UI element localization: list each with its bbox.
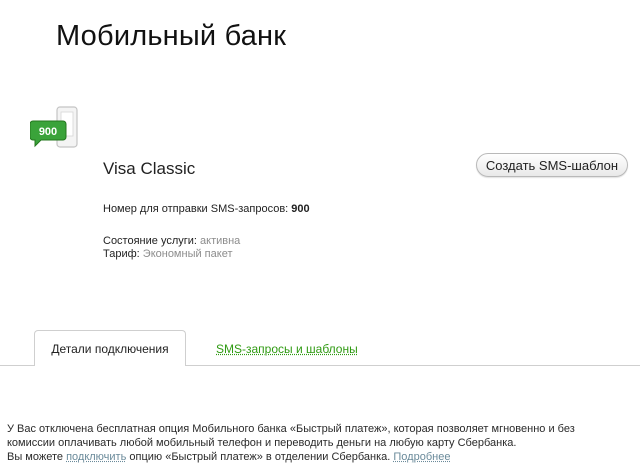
notice-line-2: комиссии оплачивать любой мобильный теле… — [7, 437, 517, 449]
service-state-row: Состояние услуги: активна — [103, 235, 240, 247]
create-sms-template-button[interactable]: Создать SMS-шаблон — [476, 153, 628, 177]
connect-link[interactable]: подключить — [66, 451, 126, 463]
sms-number-value: 900 — [291, 203, 310, 215]
sms-number-icon-text: 900 — [39, 126, 57, 138]
tariff-label: Тариф: — [103, 248, 140, 260]
page-title: Мобильный банк — [56, 20, 287, 52]
mobile-sms-icon: 900 — [30, 106, 78, 148]
card-name: Visa Classic — [103, 159, 196, 178]
fast-payment-notice: У Вас отключена бесплатная опция Мобильн… — [7, 422, 637, 464]
sms-number-label: Номер для отправки SMS-запросов: — [103, 203, 289, 215]
tab-connection-details[interactable]: Детали подключения — [34, 330, 186, 366]
more-link[interactable]: Подробнее — [393, 451, 450, 463]
service-state-value: активна — [200, 235, 241, 247]
notice-line-3-prefix: Вы можете — [7, 451, 63, 463]
notice-line-1: У Вас отключена бесплатная опция Мобильн… — [7, 423, 575, 435]
notice-line-3: Вы можете подключить опцию «Быстрый плат… — [7, 450, 637, 464]
tariff-value: Экономный пакет — [142, 248, 233, 260]
service-state-label: Состояние услуги: — [103, 235, 197, 247]
notice-line-3-middle: опцию «Быстрый платеж» в отделении Сберб… — [129, 451, 391, 463]
tariff-row: Тариф: Экономный пакет — [103, 248, 232, 260]
tab-sms-requests-templates[interactable]: SMS-запросы и шаблоны — [216, 342, 358, 356]
sms-number-row: Номер для отправки SMS-запросов: 900 — [103, 203, 310, 215]
